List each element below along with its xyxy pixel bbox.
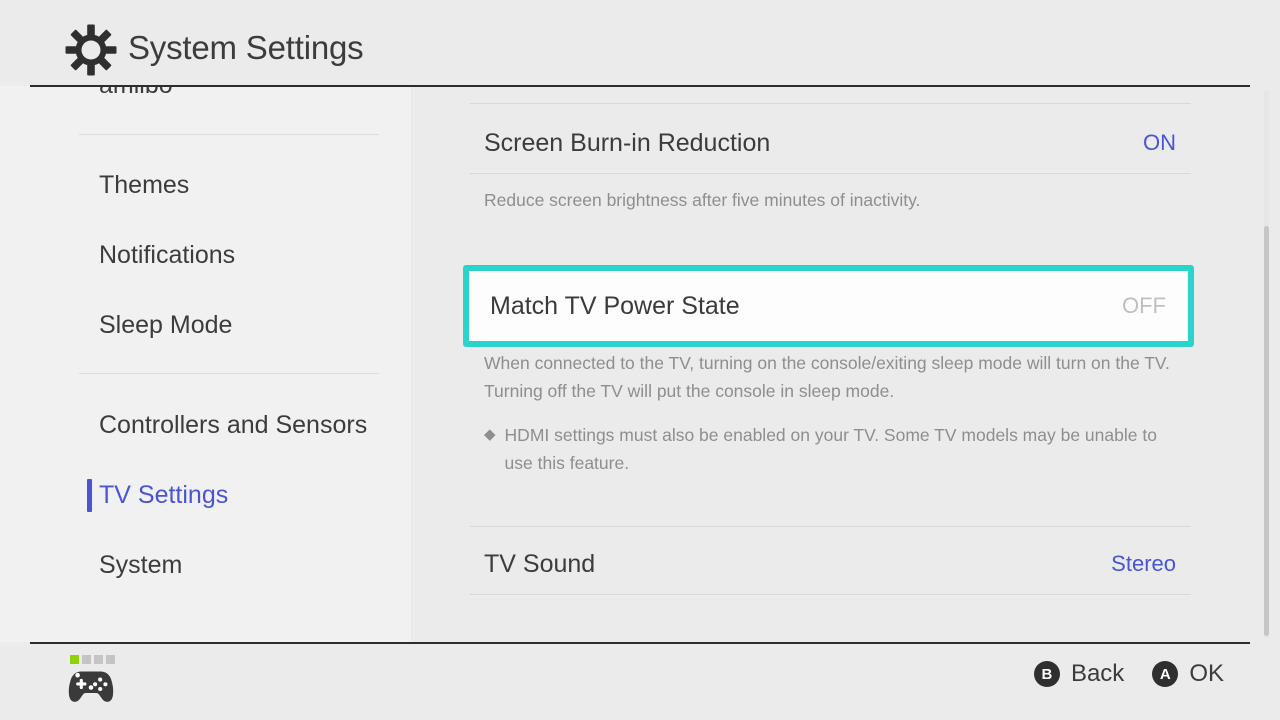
sidebar-item-controllers-and-sensors[interactable]: Controllers and Sensors bbox=[0, 400, 411, 450]
sidebar-item-sleep-mode[interactable]: Sleep Mode bbox=[0, 300, 411, 350]
player-led-2 bbox=[82, 655, 91, 664]
sidebar-item-label: amiibo bbox=[99, 86, 173, 100]
diamond-bullet-icon: ◆ bbox=[484, 426, 496, 443]
sidebar-item-label: Notifications bbox=[99, 240, 236, 269]
sidebar-item-label: TV Settings bbox=[99, 480, 229, 509]
setting-note: ◆ HDMI settings must also be enabled on … bbox=[484, 421, 1184, 477]
settings-panel: Screen Burn-in Reduction ON Reduce scree… bbox=[411, 86, 1280, 642]
sidebar-item-label: System bbox=[99, 550, 183, 579]
player-led-1 bbox=[70, 655, 79, 664]
setting-row-match-tv-power-state[interactable]: Match TV Power State OFF bbox=[463, 265, 1194, 347]
player-indicator-leds bbox=[70, 655, 115, 664]
player-led-3 bbox=[94, 655, 103, 664]
app-header: System Settings bbox=[0, 0, 1280, 86]
ok-button[interactable]: A OK bbox=[1152, 660, 1224, 688]
setting-value: OFF bbox=[1122, 293, 1166, 318]
sidebar-item-amiibo[interactable]: amiibo bbox=[0, 86, 411, 110]
setting-description: When connected to the TV, turning on the… bbox=[484, 353, 1170, 401]
sidebar-item-tv-settings[interactable]: TV Settings bbox=[0, 470, 411, 520]
sidebar: amiibo Themes Notifications Sleep Mode C… bbox=[0, 86, 411, 642]
sidebar-divider-bottom bbox=[79, 373, 379, 374]
page-title: System Settings bbox=[128, 29, 364, 66]
footer-bar: B Back A OK bbox=[0, 642, 1280, 720]
setting-value: Stereo bbox=[1111, 551, 1176, 576]
row-divider bbox=[470, 526, 1191, 527]
header-divider bbox=[30, 85, 1250, 87]
button-a-icon: A bbox=[1152, 661, 1179, 687]
row-divider bbox=[470, 594, 1191, 595]
setting-value: ON bbox=[1143, 130, 1176, 155]
setting-title: TV Sound bbox=[484, 549, 596, 578]
player-led-4 bbox=[106, 655, 115, 664]
setting-note-text: HDMI settings must also be enabled on yo… bbox=[504, 425, 1157, 473]
setting-row-screen-burn-in-reduction[interactable]: Screen Burn-in Reduction ON bbox=[470, 115, 1191, 171]
gear-icon bbox=[64, 23, 118, 77]
sidebar-item-label: Controllers and Sensors bbox=[99, 410, 368, 439]
sidebar-selection-marker bbox=[87, 479, 92, 512]
controller-status[interactable] bbox=[68, 655, 116, 707]
setting-title: Screen Burn-in Reduction bbox=[484, 128, 771, 157]
sidebar-item-themes[interactable]: Themes bbox=[0, 160, 411, 210]
setting-row-tv-sound[interactable]: TV Sound Stereo bbox=[470, 536, 1191, 592]
sidebar-item-system[interactable]: System bbox=[0, 540, 411, 590]
gamepad-icon bbox=[68, 668, 114, 704]
footer-actions: B Back A OK bbox=[1033, 660, 1224, 688]
ok-button-label: OK bbox=[1189, 660, 1224, 687]
scrollbar-thumb[interactable] bbox=[1264, 226, 1269, 636]
footer-divider bbox=[30, 642, 1250, 644]
back-button[interactable]: B Back bbox=[1033, 660, 1125, 688]
setting-title: Match TV Power State bbox=[490, 291, 740, 320]
sidebar-item-notifications[interactable]: Notifications bbox=[0, 230, 411, 280]
back-button-label: Back bbox=[1070, 660, 1125, 687]
sidebar-item-label: Sleep Mode bbox=[99, 310, 233, 339]
sidebar-item-label: Themes bbox=[99, 170, 190, 199]
setting-description: Reduce screen brightness after five minu… bbox=[484, 190, 921, 210]
row-divider bbox=[470, 103, 1191, 104]
button-b-icon: B bbox=[1033, 661, 1060, 687]
row-divider bbox=[470, 173, 1191, 174]
sidebar-divider-top bbox=[79, 134, 379, 135]
